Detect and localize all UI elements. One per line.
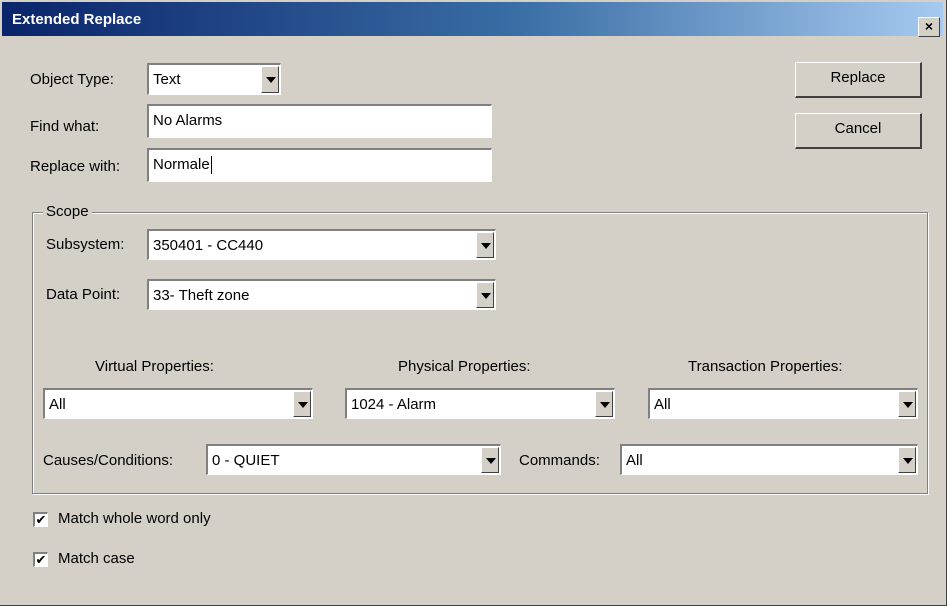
chevron-down-icon[interactable] (898, 391, 916, 417)
cancel-button[interactable]: Cancel (795, 113, 922, 149)
checkmark-icon: ✔ (35, 552, 47, 567)
chevron-down-icon[interactable] (476, 282, 494, 308)
object-type-dropdown[interactable]: Text (147, 63, 281, 95)
physical-properties-value: 1024 - Alarm (351, 396, 437, 413)
virtual-properties-dropdown[interactable]: All (43, 388, 313, 419)
subsystem-dropdown[interactable]: 350401 - CC440 (147, 229, 496, 260)
find-what-value: No Alarms (153, 112, 223, 129)
causes-conditions-dropdown[interactable]: 0 - QUIET (206, 444, 501, 475)
causes-conditions-value: 0 - QUIET (212, 452, 280, 469)
physical-properties-label: Physical Properties: (398, 358, 531, 375)
data-point-label: Data Point: (46, 286, 121, 303)
subsystem-value: 350401 - CC440 (153, 237, 264, 254)
find-what-label: Find what: (30, 118, 100, 135)
transaction-properties-dropdown[interactable]: All (648, 388, 918, 419)
title-bar[interactable]: Extended Replace (2, 2, 943, 36)
data-point-dropdown[interactable]: 33- Theft zone (147, 279, 496, 310)
transaction-properties-value: All (654, 396, 671, 413)
virtual-properties-value: All (49, 396, 66, 413)
chevron-down-icon[interactable] (293, 391, 311, 417)
dialog-title: Extended Replace (12, 11, 142, 28)
chevron-down-icon[interactable] (476, 232, 494, 258)
close-icon: × (924, 18, 934, 34)
find-what-input[interactable]: No Alarms (147, 104, 492, 138)
causes-conditions-label: Causes/Conditions: (43, 452, 174, 469)
match-case-checkbox[interactable]: ✔ (33, 552, 48, 567)
commands-label: Commands: (519, 452, 600, 469)
chevron-down-icon[interactable] (481, 447, 499, 473)
checkmark-icon: ✔ (35, 512, 47, 527)
data-point-value: 33- Theft zone (153, 287, 250, 304)
object-type-label: Object Type: (30, 71, 114, 88)
match-case-label[interactable]: Match case (58, 550, 135, 567)
commands-value: All (626, 452, 643, 469)
commands-dropdown[interactable]: All (620, 444, 918, 475)
virtual-properties-label: Virtual Properties: (95, 358, 214, 375)
replace-with-label: Replace with: (30, 158, 121, 175)
chevron-down-icon[interactable] (898, 447, 916, 473)
match-whole-word-checkbox[interactable]: ✔ (33, 512, 48, 527)
chevron-down-icon[interactable] (595, 391, 613, 417)
match-whole-word-label[interactable]: Match whole word only (58, 510, 211, 527)
replace-button[interactable]: Replace (795, 62, 922, 98)
scope-group-title: Scope (43, 203, 92, 220)
object-type-value: Text (153, 71, 181, 88)
replace-with-input[interactable]: Normale (147, 148, 492, 182)
text-cursor (210, 156, 212, 175)
transaction-properties-label: Transaction Properties: (688, 358, 843, 375)
replace-with-value: Normale (153, 156, 210, 173)
chevron-down-icon[interactable] (261, 66, 279, 93)
extended-replace-dialog: Extended Replace × Object Type: Text Fin… (0, 0, 947, 606)
close-button[interactable]: × (918, 17, 940, 37)
physical-properties-dropdown[interactable]: 1024 - Alarm (345, 388, 615, 419)
subsystem-label: Subsystem: (46, 236, 125, 253)
